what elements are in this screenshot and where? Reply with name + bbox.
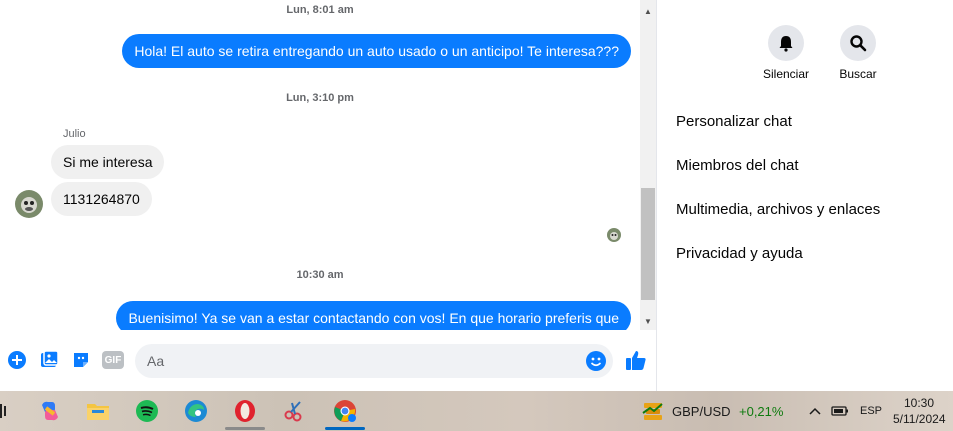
copilot-icon[interactable]	[36, 397, 64, 425]
ticker-change[interactable]: +0,21%	[739, 404, 783, 419]
scrollbar-thumb[interactable]	[641, 188, 655, 300]
gif-label: GIF	[104, 354, 122, 366]
chrome-active-indicator	[325, 427, 365, 430]
file-explorer-icon[interactable]	[84, 397, 112, 425]
scroll-up-arrow-icon[interactable]: ▲	[640, 3, 656, 19]
like-thumbs-up-icon[interactable]	[624, 348, 648, 372]
mute-label: Silenciar	[762, 67, 810, 81]
clock-time[interactable]: 10:30	[904, 396, 934, 410]
timestamp: Lun, 3:10 pm	[286, 92, 354, 104]
menu-customize-chat[interactable]: Personalizar chat	[676, 113, 792, 130]
battery-icon[interactable]	[829, 397, 851, 425]
mute-button[interactable]	[768, 25, 804, 61]
bell-icon	[779, 36, 793, 52]
ticker-name[interactable]: GBP/USD	[672, 404, 731, 419]
message-outgoing[interactable]: Buenisimo! Ya se van a estar contactando…	[116, 301, 631, 330]
gif-icon[interactable]: GIF	[102, 349, 124, 371]
contact-avatar[interactable]	[15, 190, 43, 218]
message-composer: GIF Aa	[0, 340, 656, 384]
plus-icon[interactable]	[6, 349, 28, 371]
scroll-down-arrow-icon[interactable]: ▼	[640, 313, 656, 329]
stock-widget-icon[interactable]	[639, 397, 667, 425]
sticker-icon[interactable]	[70, 349, 92, 371]
spotify-icon[interactable]	[133, 397, 161, 425]
snipping-tool-icon[interactable]	[281, 397, 309, 425]
opera-browser-icon[interactable]	[231, 397, 259, 425]
opera-running-indicator	[225, 427, 265, 430]
search-label: Buscar	[839, 67, 877, 81]
language-indicator[interactable]: ESP	[860, 405, 882, 417]
timestamp: 10:30 am	[296, 269, 344, 281]
chat-thread: Lun, 8:01 am Hola! El auto se retira ent…	[0, 0, 656, 330]
chrome-browser-icon[interactable]	[331, 397, 359, 425]
chevron-up-icon[interactable]	[805, 397, 825, 425]
message-incoming[interactable]: 1131264870	[51, 182, 152, 216]
messenger-window: Lun, 8:01 am Hola! El auto se retira ent…	[0, 0, 953, 391]
panel-divider	[656, 0, 657, 391]
clock-date[interactable]: 5/11/2024	[893, 412, 946, 426]
message-outgoing[interactable]: Hola! El auto se retira entregando un au…	[122, 34, 631, 68]
menu-privacy-help[interactable]: Privacidad y ayuda	[676, 245, 803, 262]
message-incoming[interactable]: Si me interesa	[51, 145, 165, 179]
menu-media-files-links[interactable]: Multimedia, archivos y enlaces	[676, 201, 880, 218]
search-icon	[850, 35, 867, 52]
sender-name: Julio	[63, 128, 86, 140]
read-receipt-avatar	[607, 228, 621, 242]
search-button[interactable]	[840, 25, 876, 61]
task-view-icon[interactable]	[0, 397, 10, 425]
message-input[interactable]: Aa	[135, 344, 613, 378]
timestamp: Lun, 8:01 am	[286, 4, 354, 16]
edge-browser-icon[interactable]	[182, 397, 210, 425]
menu-chat-members[interactable]: Miembros del chat	[676, 157, 799, 174]
message-placeholder: Aa	[147, 353, 165, 369]
emoji-icon[interactable]	[585, 350, 607, 372]
image-icon[interactable]	[38, 349, 60, 371]
taskbar: GBP/USD +0,21% ESP 10:30 5/11/2024	[0, 391, 953, 431]
